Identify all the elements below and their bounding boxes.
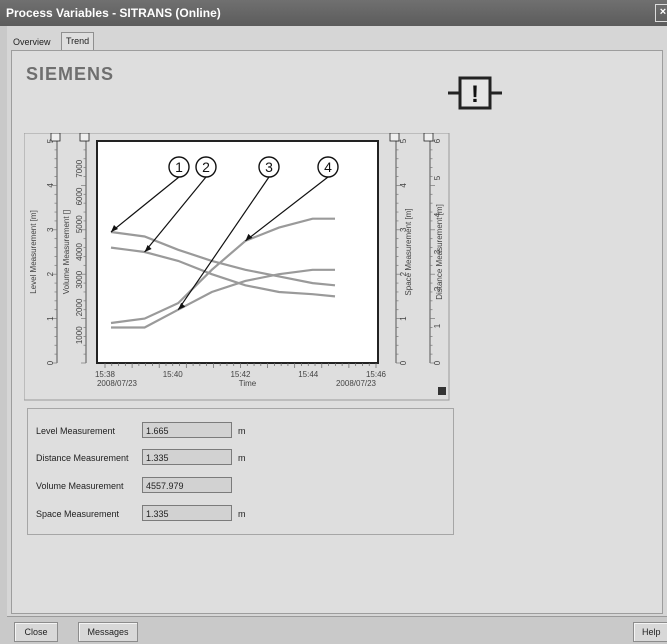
space-label: Space Measurement <box>36 509 120 519</box>
level-value: 1.665 <box>142 422 232 438</box>
space-value: 1.335 <box>142 505 232 521</box>
x-axis-title: Time <box>239 379 257 388</box>
level-unit: m <box>238 426 246 436</box>
level-axis-title: Level Measurement [m] <box>29 210 38 294</box>
siemens-logo: SIEMENS <box>26 64 115 84</box>
volume-label: Volume Measurement <box>36 481 124 491</box>
space-axis-tick-label: 5 <box>399 138 408 143</box>
volume-axis-tick-label: 6000 <box>75 187 84 205</box>
level-label: Level Measurement <box>36 426 116 436</box>
x-tick-label: 15:40 <box>163 370 184 379</box>
level-axis-tick-label: 0 <box>46 360 55 365</box>
tab-trend[interactable]: Trend <box>61 32 95 51</box>
space-axis-tick-label: 1 <box>399 316 408 321</box>
distance-value: 1.335 <box>142 449 232 465</box>
level-axis-scroll-button <box>50 133 61 142</box>
distance-axis-tick-label: 6 <box>433 138 442 143</box>
volume-axis-title: Volume Measurement [] <box>62 210 71 294</box>
callout-number-2: 2 <box>202 159 210 175</box>
x-tick-label: 15:38 <box>95 370 116 379</box>
space-unit: m <box>238 509 246 519</box>
distance-label: Distance Measurement <box>36 453 129 463</box>
x-tick-label: 15:44 <box>298 370 319 379</box>
distance-unit: m <box>238 453 246 463</box>
level-axis-tick-label: 4 <box>46 183 55 188</box>
x-tick-label: 15:42 <box>230 370 251 379</box>
x-tick-label: 15:46 <box>366 370 387 379</box>
volume-axis-tick-label: 1000 <box>75 326 84 344</box>
space-axis-title: Space Measurement [m] <box>404 208 413 295</box>
volume-axis-tick-label: 3000 <box>75 270 84 288</box>
help-button[interactable]: Help <box>633 622 667 642</box>
level-axis-tick-label: 1 <box>46 316 55 321</box>
messages-button[interactable]: Messages <box>78 622 138 642</box>
trend-panel: SIEMENS ! 0 1 2 3 4 5 Level Measurement [m] 100… <box>11 50 663 614</box>
level-axis-tick-label: 3 <box>46 227 55 232</box>
window-close-button[interactable]: × <box>655 4 667 22</box>
distance-axis-scroll-button <box>423 133 434 142</box>
zoom-button <box>438 387 446 395</box>
title-bar: Process Variables - SITRANS (Online) × <box>0 0 667 26</box>
callout-number-3: 3 <box>265 159 273 175</box>
volume-axis-scroll-button <box>79 133 90 142</box>
distance-axis-tick-label: 0 <box>433 360 442 365</box>
close-button[interactable]: Close <box>14 622 58 642</box>
trend-chart: 0 1 2 3 4 5 Level Measurement [m] 1000 2000 3000 4… <box>24 133 450 401</box>
maintenance-warning-icon: ! <box>444 70 506 116</box>
callout-number-1: 1 <box>175 159 183 175</box>
space-axis-tick-label: 0 <box>399 360 408 365</box>
volume-axis-tick-label: 2000 <box>75 298 84 316</box>
volume-axis-tick-label: 7000 <box>75 159 84 177</box>
space-axis-tick-label: 4 <box>399 183 408 188</box>
space-axis-scroll-button <box>389 133 400 142</box>
x-date-left: 2008/07/23 <box>97 379 138 388</box>
distance-axis-title: Distance Measurement [m] <box>435 204 444 300</box>
volume-axis-tick-label: 4000 <box>75 243 84 261</box>
footer-divider <box>7 616 667 617</box>
distance-axis-tick-label: 5 <box>433 175 442 180</box>
level-axis-tick-label: 2 <box>46 271 55 276</box>
tab-overview[interactable]: Overview <box>9 34 55 50</box>
x-date-right: 2008/07/23 <box>336 379 377 388</box>
window-title: Process Variables - SITRANS (Online) <box>6 6 221 20</box>
volume-value: 4557.979 <box>142 477 232 493</box>
svg-text:!: ! <box>471 81 479 108</box>
measurement-values: Level Measurement 1.665 m Distance Measu… <box>27 408 454 535</box>
volume-axis-tick-label: 5000 <box>75 215 84 233</box>
callout-number-4: 4 <box>324 159 332 175</box>
distance-axis-tick-label: 1 <box>433 323 442 328</box>
dialog-body: Overview Trend SIEMENS ! 0 1 2 3 4 5 Level Mea… <box>7 26 667 616</box>
